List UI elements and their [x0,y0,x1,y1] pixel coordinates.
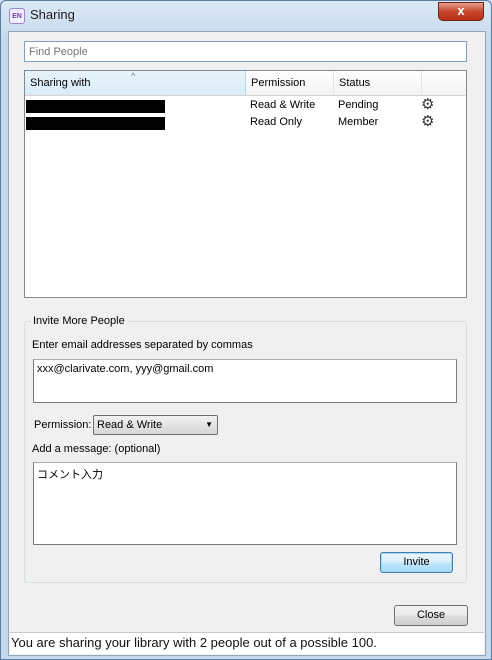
invite-group: Invite More People Enter email addresses… [24,315,467,583]
email-label: Enter email addresses separated by comma… [32,339,253,351]
endnote-app-icon: EN [9,8,25,24]
invite-group-title: Invite More People [31,315,127,327]
message-field[interactable]: コメント入力 [33,462,457,545]
redacted-name [26,117,165,130]
window-close-button[interactable]: x [438,2,484,21]
column-label: Sharing with [30,77,91,89]
dropdown-arrow-icon: ▼ [205,420,213,429]
gear-icon[interactable]: ⚙ [421,114,434,130]
email-addresses-field[interactable]: xxx@clarivate.com, yyy@gmail.com [33,359,457,403]
sharing-dialog: EN Sharing x ^ Sharing with Permission S… [0,0,492,660]
dialog-client-area: ^ Sharing with Permission Status Read & … [8,31,486,656]
permission-selected-value: Read & Write [97,419,163,431]
row-permission: Read Only [250,116,302,128]
title-bar[interactable]: EN Sharing x [1,1,491,31]
permission-label: Permission: [34,419,92,431]
find-people-input[interactable] [24,41,467,62]
row-status: Pending [338,99,379,111]
close-button[interactable]: Close [394,605,468,626]
invite-button[interactable]: Invite [380,552,453,573]
column-header-settings[interactable] [422,71,466,95]
row-permission: Read & Write [250,99,316,111]
column-header-sharing-with[interactable]: ^ Sharing with [25,71,246,95]
message-label: Add a message: (optional) [32,443,161,455]
status-bar-text: You are sharing your library with 2 peop… [10,632,484,654]
window-title: Sharing [30,7,75,22]
redacted-name [26,100,165,113]
sharing-list[interactable]: ^ Sharing with Permission Status Read & … [24,70,467,298]
sort-ascending-icon: ^ [131,71,136,81]
gear-icon[interactable]: ⚙ [421,97,434,113]
column-header-status[interactable]: Status [334,71,422,95]
list-header: ^ Sharing with Permission Status [25,71,466,96]
list-row[interactable]: Read Only Member ⚙ [25,114,466,131]
column-header-permission[interactable]: Permission [246,71,334,95]
row-status: Member [338,116,379,128]
permission-select[interactable]: Read & Write ▼ [93,415,218,435]
list-row[interactable]: Read & Write Pending ⚙ [25,97,466,114]
